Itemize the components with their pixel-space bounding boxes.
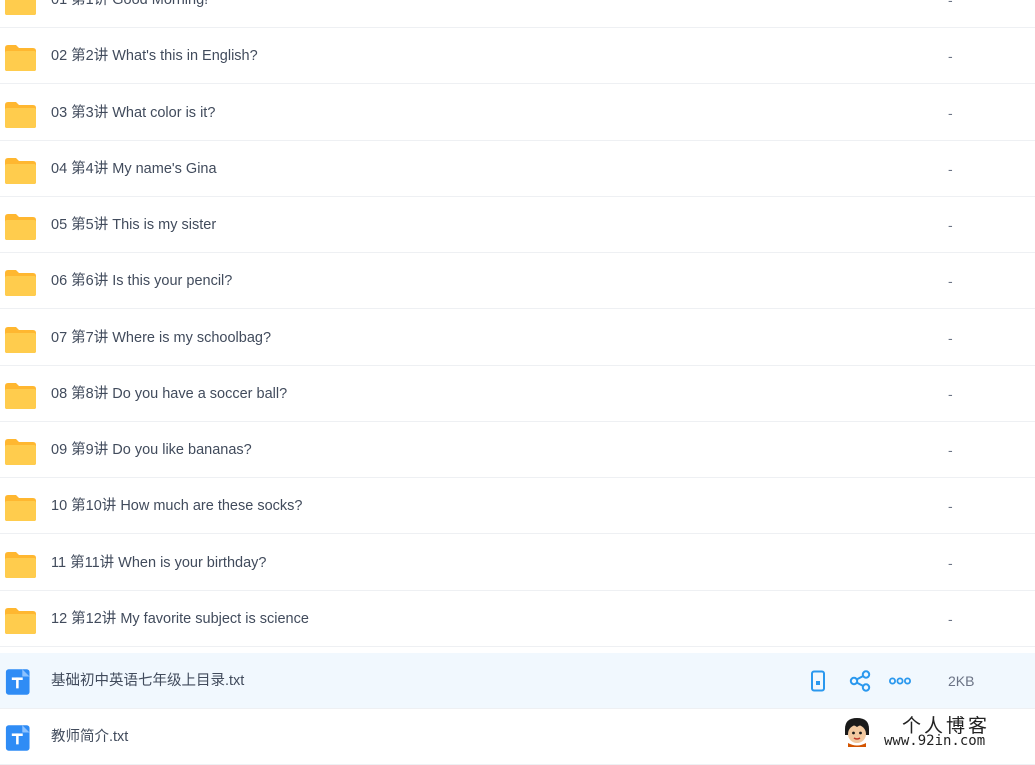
file-size: - [948, 386, 953, 402]
file-name[interactable]: 01 第1讲 Good Morning! [51, 0, 208, 28]
file-size: - [948, 105, 953, 121]
file-size: - [948, 330, 953, 346]
file-name[interactable]: 07 第7讲 Where is my schoolbag? [51, 310, 271, 366]
folder-icon [5, 383, 36, 409]
folder-icon [5, 270, 36, 296]
file-name[interactable]: 06 第6讲 Is this your pencil? [51, 253, 232, 309]
file-row[interactable]: 11 第11讲 When is your birthday? - [0, 535, 1035, 591]
file-size: - [948, 161, 953, 177]
file-row[interactable]: 09 第9讲 Do you like bananas? - [0, 422, 1035, 478]
file-size: - [948, 611, 953, 627]
file-name[interactable]: 04 第4讲 My name's Gina [51, 141, 217, 197]
more-icon[interactable] [888, 669, 912, 693]
folder-icon [5, 214, 36, 240]
file-row[interactable]: 12 第12讲 My favorite subject is science - [0, 591, 1035, 647]
file-name[interactable]: 教师简介.txt [51, 709, 128, 765]
watermark-url: www.92in.com [884, 733, 986, 749]
file-row[interactable]: 03 第3讲 What color is it? - [0, 85, 1035, 141]
file-name[interactable]: 08 第8讲 Do you have a soccer ball? [51, 366, 287, 422]
folder-icon [5, 495, 36, 521]
folder-icon [5, 552, 36, 578]
file-name[interactable]: 11 第11讲 When is your birthday? [51, 535, 266, 591]
file-row[interactable]: 08 第8讲 Do you have a soccer ball? - [0, 366, 1035, 422]
file-name[interactable]: 10 第10讲 How much are these socks? [51, 478, 302, 534]
share-icon[interactable] [848, 669, 872, 693]
folder-icon [5, 45, 36, 71]
file-row[interactable]: 04 第4讲 My name's Gina - [0, 141, 1035, 197]
file-name[interactable]: 02 第2讲 What's this in English? [51, 28, 258, 84]
file-size: - [948, 0, 953, 8]
file-size: - [948, 442, 953, 458]
file-list: 01 第1讲 Good Morning! - 02 第2讲 What's thi… [0, 0, 1035, 765]
file-name[interactable]: 09 第9讲 Do you like bananas? [51, 422, 252, 478]
phone-icon[interactable] [806, 669, 830, 693]
file-row[interactable]: 01 第1讲 Good Morning! - [0, 0, 1035, 28]
file-row[interactable]: 02 第2讲 What's this in English? - [0, 28, 1035, 84]
file-name[interactable]: 12 第12讲 My favorite subject is science [51, 591, 309, 647]
avatar-logo-icon [845, 718, 869, 747]
file-row[interactable]: 06 第6讲 Is this your pencil? - [0, 253, 1035, 309]
file-row[interactable]: 05 第5讲 This is my sister - [0, 197, 1035, 253]
txt-file-icon [5, 669, 30, 695]
file-size: - [948, 273, 953, 289]
file-size: - [948, 217, 953, 233]
file-row[interactable]: 07 第7讲 Where is my schoolbag? - [0, 310, 1035, 366]
folder-icon [5, 0, 36, 15]
folder-icon [5, 439, 36, 465]
folder-icon [5, 102, 36, 128]
file-name[interactable]: 03 第3讲 What color is it? [51, 85, 215, 141]
file-size: - [948, 498, 953, 514]
folder-icon [5, 608, 36, 634]
file-size: - [948, 48, 953, 64]
row-actions [806, 669, 916, 693]
file-name[interactable]: 基础初中英语七年级上目录.txt [51, 653, 244, 709]
file-size: 2KB [948, 673, 975, 689]
file-name[interactable]: 05 第5讲 This is my sister [51, 197, 216, 253]
file-size: - [948, 555, 953, 571]
txt-file-icon [5, 725, 30, 751]
file-row[interactable]: 10 第10讲 How much are these socks? - [0, 478, 1035, 534]
file-row-selected[interactable]: 基础初中英语七年级上目录.txt 2KB [0, 653, 1035, 709]
watermark: 个人博客 www.92in.com [842, 712, 1035, 753]
folder-icon [5, 327, 36, 353]
folder-icon [5, 158, 36, 184]
